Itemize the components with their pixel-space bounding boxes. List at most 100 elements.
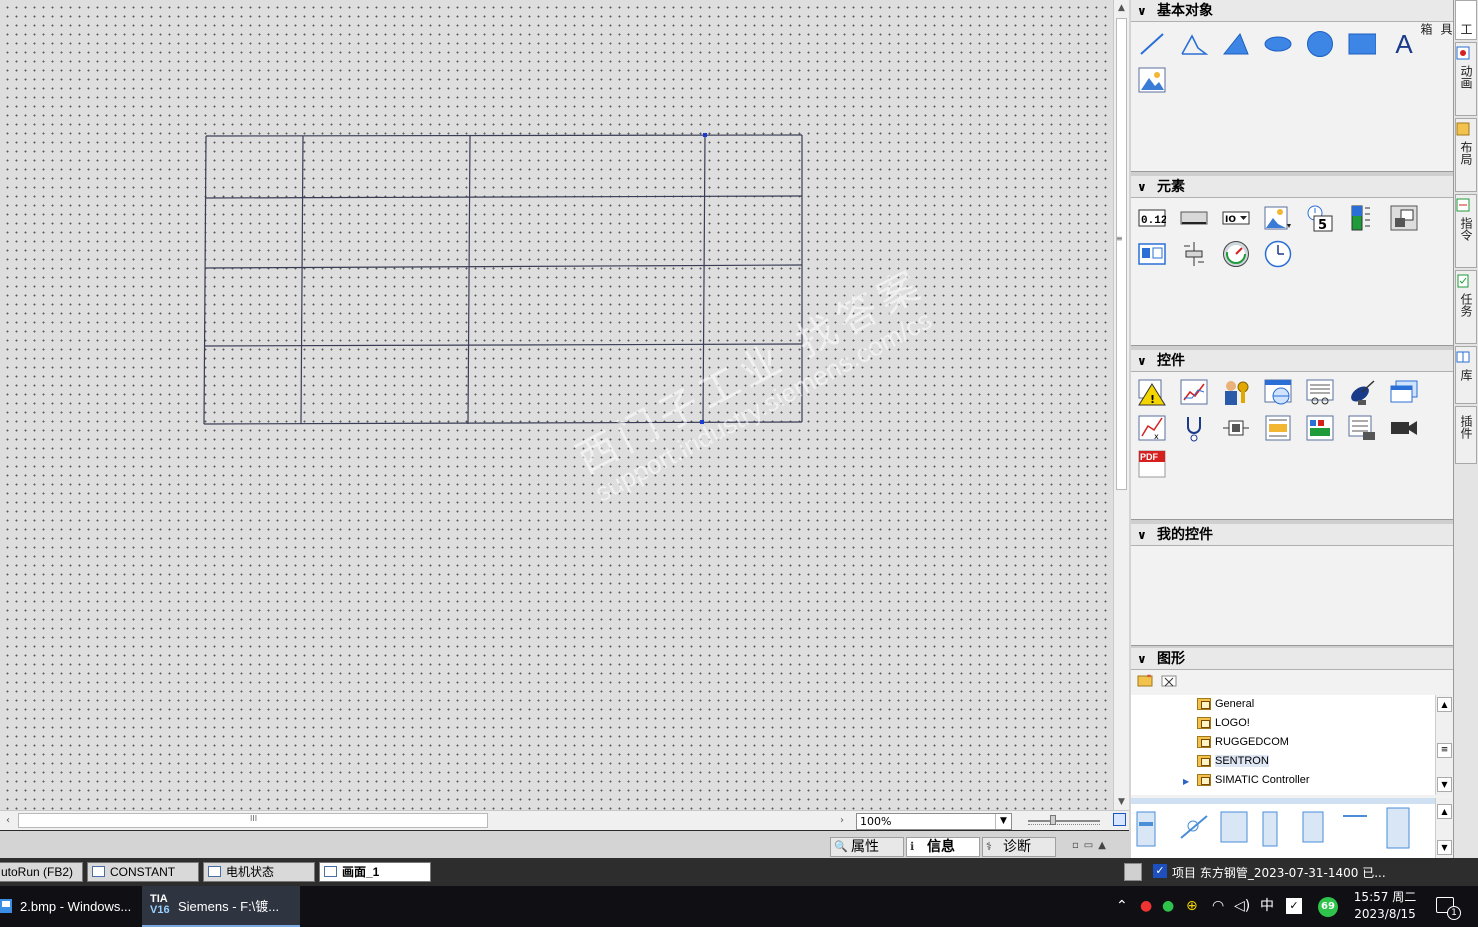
button-icon[interactable]: [1180, 204, 1208, 232]
date-time-field-icon[interactable]: 5: [1306, 204, 1334, 232]
chevron-down-icon[interactable]: ∨: [1137, 648, 1147, 670]
ime-indicator[interactable]: 中: [1260, 898, 1274, 914]
portal-view-icon[interactable]: [1124, 863, 1142, 881]
tab-info[interactable]: ℹ 信息: [906, 837, 980, 857]
selection-handle-bottom[interactable]: [700, 420, 704, 424]
text-field-icon[interactable]: A: [1390, 29, 1418, 59]
plus-circle-icon[interactable]: ⊕: [1186, 898, 1198, 914]
new-folder-icon[interactable]: *: [1137, 672, 1155, 688]
chevron-up-icon[interactable]: ⌃: [1116, 898, 1128, 914]
rectangle-icon[interactable]: [1348, 30, 1376, 58]
polyline-icon[interactable]: [1180, 30, 1208, 58]
volume-icon[interactable]: ◁): [1234, 898, 1250, 914]
plc-code-view-icon[interactable]: [1222, 414, 1250, 442]
polygon-icon[interactable]: [1222, 30, 1250, 58]
chevron-down-icon[interactable]: ∨: [1137, 524, 1147, 546]
system-clock[interactable]: 15:57 周二 2023/8/15: [1352, 889, 1418, 923]
canvas-vertical-scrollbar[interactable]: ▲ ≡ ▼: [1113, 0, 1129, 810]
graphics-tree-scrollbar[interactable]: ▲ ≡ ▼: [1435, 695, 1453, 795]
tree-item-logo[interactable]: LOGO!: [1195, 714, 1250, 733]
slider-icon[interactable]: [1180, 240, 1208, 268]
editor-tab-autorun[interactable]: utoRun (FB2): [0, 862, 83, 882]
scroll-up-icon[interactable]: ▲: [1437, 804, 1452, 819]
canvas-horizontal-scrollbar[interactable]: ‹ III › 100% ▼: [0, 810, 1129, 830]
zoom-select[interactable]: 100% ▼: [856, 813, 1012, 830]
expand-arrow-icon[interactable]: ▶: [1183, 777, 1189, 786]
table-graphic[interactable]: [200, 130, 810, 430]
io-field-icon[interactable]: 0.12: [1138, 204, 1166, 232]
section-header-my-controls[interactable]: ∨ 我的控件: [1131, 524, 1453, 546]
protocol-view-icon[interactable]: [1264, 414, 1292, 442]
media-player-icon[interactable]: [1390, 378, 1418, 406]
tab-properties[interactable]: 🔍 属性: [830, 837, 904, 857]
tree-item-simatic-controller[interactable]: SIMATIC Controller: [1195, 771, 1310, 790]
panel-window-controls[interactable]: ▫▭▲: [1072, 840, 1111, 851]
selection-handle-top[interactable]: [703, 133, 707, 137]
zoom-fit-button[interactable]: [1113, 813, 1126, 826]
vertical-scroll-thumb[interactable]: [1116, 18, 1127, 490]
scroll-up-icon[interactable]: ▲: [1437, 697, 1452, 712]
tab-libraries[interactable]: 库: [1455, 346, 1477, 404]
section-header-graphics[interactable]: ∨ 图形: [1131, 648, 1453, 670]
tab-animation[interactable]: 动画: [1455, 42, 1477, 116]
scroll-up-icon[interactable]: ▲: [1114, 0, 1129, 16]
system-diagnostics-icon[interactable]: [1348, 378, 1376, 406]
graphics-preview-strip[interactable]: [1131, 798, 1435, 858]
scroll-left-icon[interactable]: ‹: [0, 812, 16, 829]
scroll-down-icon[interactable]: ▼: [1437, 840, 1452, 855]
ellipse-icon[interactable]: [1264, 30, 1292, 58]
zoom-slider-knob[interactable]: [1050, 815, 1056, 825]
tab-addins[interactable]: 插件: [1455, 406, 1477, 464]
alarm-view-icon[interactable]: !: [1138, 378, 1166, 406]
editor-tab-motor-status[interactable]: 电机状态: [203, 862, 315, 882]
circle-icon[interactable]: [1306, 30, 1334, 58]
taskbar-app-paint[interactable]: 2.bmp - Windows...: [0, 886, 136, 927]
recipe-view-icon[interactable]: [1306, 378, 1334, 406]
graphic-view-icon[interactable]: [1138, 66, 1166, 94]
graphics-tree[interactable]: General LOGO! RUGGEDCOM SENTRON ▶ SIMATI…: [1131, 695, 1435, 795]
graphic-io-field-icon[interactable]: [1264, 204, 1292, 232]
clock-icon[interactable]: [1264, 240, 1292, 268]
user-view-icon[interactable]: [1222, 378, 1250, 406]
chevron-down-icon[interactable]: ▼: [995, 814, 1011, 829]
taskbar-app-tia-portal[interactable]: TIA V16 Siemens - F:\镀...: [142, 886, 300, 927]
security-badge[interactable]: 69: [1318, 897, 1338, 917]
wifi-icon[interactable]: ◠: [1212, 898, 1224, 914]
line-icon[interactable]: [1138, 30, 1166, 58]
system-info-icon[interactable]: [1348, 414, 1376, 442]
editor-tab-screen-1[interactable]: 画面_1: [319, 862, 431, 882]
wechat-icon[interactable]: ●: [1162, 898, 1174, 914]
scroll-down-icon[interactable]: ▼: [1437, 777, 1452, 792]
tree-item-ruggedcom[interactable]: RUGGEDCOM: [1195, 733, 1289, 752]
symbolic-io-field-icon[interactable]: IO: [1222, 204, 1250, 232]
tab-instructions[interactable]: 指令: [1455, 194, 1477, 268]
sm-view-icon[interactable]: [1306, 414, 1334, 442]
editor-tab-constant[interactable]: CONSTANT: [87, 862, 199, 882]
scroll-right-icon[interactable]: ›: [834, 812, 850, 829]
trend-view-icon[interactable]: [1180, 378, 1208, 406]
chevron-down-icon[interactable]: ∨: [1137, 176, 1147, 198]
tab-diagnostics[interactable]: ⚕ 诊断: [982, 837, 1056, 857]
tree-item-sentron[interactable]: SENTRON: [1195, 752, 1269, 771]
scroll-down-icon[interactable]: ▼: [1114, 794, 1129, 810]
tree-item-general[interactable]: General: [1195, 695, 1254, 714]
bar-icon[interactable]: [1348, 204, 1376, 232]
zoom-slider[interactable]: [1028, 815, 1100, 827]
tab-toolbox[interactable]: 工具箱: [1419, 0, 1477, 40]
scroll-thumb[interactable]: ≡: [1437, 743, 1452, 758]
gauge-icon[interactable]: [1222, 240, 1250, 268]
graphics-preview-scrollbar[interactable]: ▲ ▼: [1435, 798, 1453, 858]
section-header-basic-objects[interactable]: ∨ 基本对象: [1131, 0, 1453, 22]
tab-layout[interactable]: 布局: [1455, 118, 1477, 192]
camera-view-icon[interactable]: [1390, 414, 1418, 442]
screen-canvas[interactable]: 西门子工业 找答案 support.industry.siemens.com/c…: [0, 0, 1113, 810]
status-force-icon[interactable]: [1180, 414, 1208, 442]
section-header-elements[interactable]: ∨ 元素: [1131, 176, 1453, 198]
checkbox-app-icon[interactable]: ✓: [1286, 898, 1302, 914]
chevron-down-icon[interactable]: ∨: [1137, 0, 1147, 22]
symbol-library-icon[interactable]: [1138, 240, 1166, 268]
f-x-trend-view-icon[interactable]: x: [1138, 414, 1166, 442]
delete-folder-icon[interactable]: [1161, 672, 1179, 688]
tab-tasks[interactable]: 任务: [1455, 270, 1477, 344]
section-header-controls[interactable]: ∨ 控件: [1131, 350, 1453, 372]
